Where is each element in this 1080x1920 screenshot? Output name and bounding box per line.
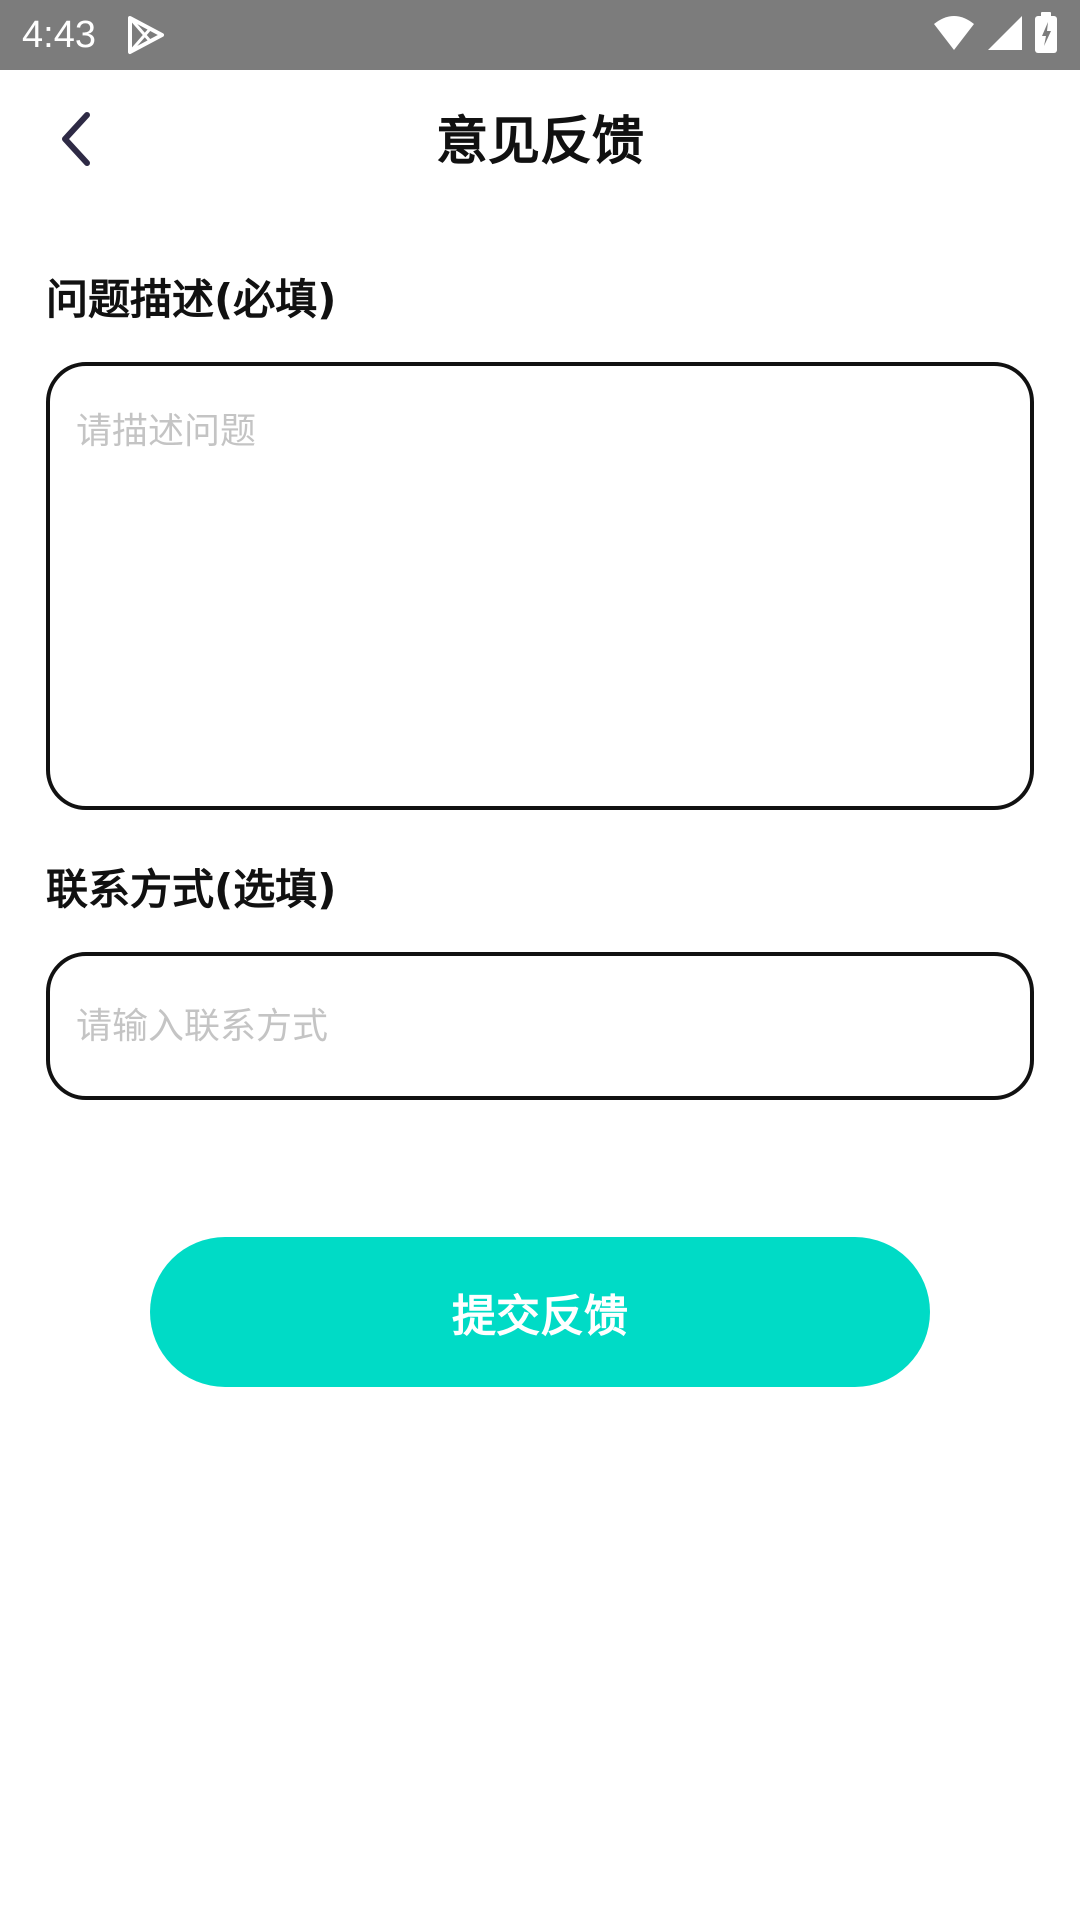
contact-field[interactable] bbox=[46, 952, 1034, 1100]
play-store-icon bbox=[124, 14, 168, 56]
description-input[interactable] bbox=[50, 366, 1030, 806]
wifi-icon bbox=[932, 14, 976, 56]
status-time: 4:43 bbox=[22, 14, 96, 56]
status-icons bbox=[932, 12, 1058, 58]
submit-feedback-button[interactable]: 提交反馈 bbox=[150, 1237, 930, 1387]
description-field[interactable] bbox=[46, 362, 1034, 810]
app-bar: 意见反馈 bbox=[0, 70, 1080, 224]
status-bar: 4:43 bbox=[0, 0, 1080, 70]
contact-label: 联系方式(选填) bbox=[46, 865, 337, 914]
cellular-signal-icon bbox=[986, 14, 1024, 56]
page-title: 意见反馈 bbox=[435, 112, 644, 172]
description-label: 问题描述(必填) bbox=[46, 275, 337, 324]
battery-icon bbox=[1034, 12, 1058, 58]
contact-input[interactable] bbox=[50, 956, 1030, 1096]
